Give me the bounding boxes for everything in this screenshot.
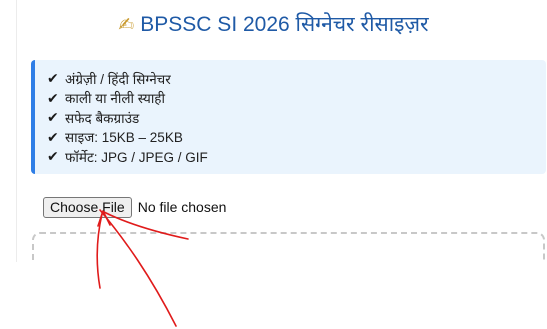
page-title-text: BPSSC SI 2026 सिग्नेचर रीसाइज़र <box>140 13 429 36</box>
writing-hand-icon: ✍ <box>118 15 135 36</box>
check-icon: ✔ <box>47 148 59 165</box>
requirements-list: ✔ अंग्रेज़ी / हिंदी सिग्नेचर ✔ काली या न… <box>35 60 546 167</box>
check-icon: ✔ <box>47 70 59 87</box>
requirement-text: सफेद बैकग्राउंड <box>65 110 140 126</box>
requirements-box: ✔ अंग्रेज़ी / हिंदी सिग्नेचर ✔ काली या न… <box>31 60 546 174</box>
requirement-item: ✔ सफेद बैकग्राउंड <box>47 108 546 128</box>
requirement-item: ✔ अंग्रेज़ी / हिंदी सिग्नेचर <box>47 69 546 89</box>
check-icon: ✔ <box>47 109 59 126</box>
blank-area <box>0 262 547 329</box>
requirement-text: अंग्रेज़ी / हिंदी सिग्नेचर <box>65 71 171 87</box>
page-title: ✍ BPSSC SI 2026 सिग्नेचर रीसाइज़र <box>0 11 547 40</box>
requirement-text: फॉर्मेट: JPG / JPEG / GIF <box>65 149 208 165</box>
check-icon: ✔ <box>47 89 59 106</box>
requirement-item: ✔ साइज: 15KB – 25KB <box>47 128 546 148</box>
file-status-text: No file chosen <box>137 199 227 215</box>
requirement-item: ✔ फॉर्मेट: JPG / JPEG / GIF <box>47 147 546 167</box>
check-icon: ✔ <box>47 128 59 145</box>
choose-file-button[interactable]: Choose File <box>43 196 132 218</box>
requirement-text: साइज: 15KB – 25KB <box>65 130 183 146</box>
page: ✍ BPSSC SI 2026 सिग्नेचर रीसाइज़र ✔ अंग्र… <box>0 0 547 329</box>
file-input: Choose File No file chosen <box>43 196 226 218</box>
requirement-item: ✔ काली या नीली स्याही <box>47 89 546 109</box>
requirement-text: काली या नीली स्याही <box>65 91 165 107</box>
